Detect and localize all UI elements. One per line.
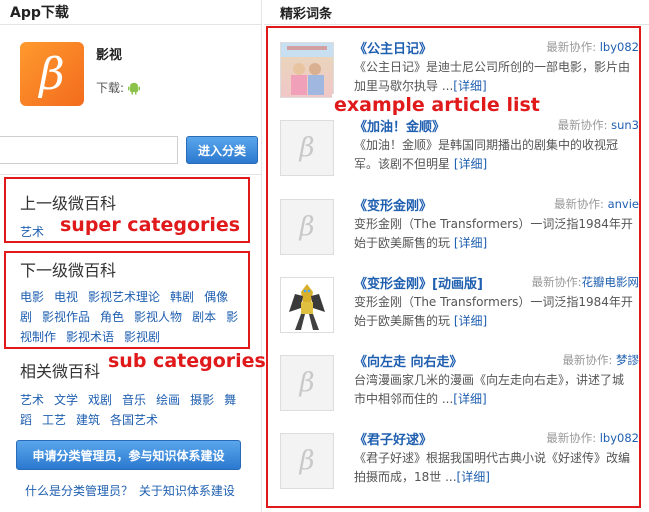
divider	[264, 24, 649, 25]
divider	[0, 174, 262, 175]
article-list-annotation: example article list	[332, 94, 542, 116]
featured-entries-title: 精彩词条	[280, 7, 333, 22]
category-link[interactable]: 建筑	[76, 413, 100, 427]
what-is-admin-link[interactable]: 什么是分类管理员？	[25, 484, 133, 498]
sub-categories-annotation: sub categories	[108, 350, 266, 372]
category-link[interactable]: 艺术	[20, 393, 44, 407]
category-link[interactable]: 音乐	[122, 393, 146, 407]
footer-links: 什么是分类管理员？ 关于知识体系建设	[25, 482, 235, 499]
category-link[interactable]: 绘画	[156, 393, 180, 407]
download-row: 下载:	[96, 79, 141, 96]
enter-category-button[interactable]: 进入分类	[186, 136, 258, 164]
related-category-links: 艺术 文学 戏剧 音乐 绘画 摄影 舞蹈 工艺 建筑 各国艺术	[20, 390, 242, 430]
category-link[interactable]: 摄影	[190, 393, 214, 407]
app-download-title: App下载	[10, 5, 69, 21]
apply-admin-button[interactable]: 申请分类管理员，参与知识体系建设	[16, 440, 241, 470]
android-icon[interactable]	[127, 81, 141, 95]
download-label: 下载:	[96, 81, 125, 95]
app-logo[interactable]: β	[20, 42, 84, 106]
category-search-input[interactable]	[0, 136, 178, 164]
super-categories-annotation: super categories	[60, 214, 241, 236]
sub-categories-highlight	[4, 251, 250, 349]
category-link[interactable]: 戏剧	[88, 393, 112, 407]
category-link[interactable]: 文学	[54, 393, 78, 407]
category-link[interactable]: 工艺	[42, 413, 66, 427]
app-name[interactable]: 影视	[96, 44, 122, 63]
category-link[interactable]: 各国艺术	[110, 413, 158, 427]
about-knowledge-link[interactable]: 关于知识体系建设	[139, 484, 235, 498]
divider	[0, 24, 262, 25]
